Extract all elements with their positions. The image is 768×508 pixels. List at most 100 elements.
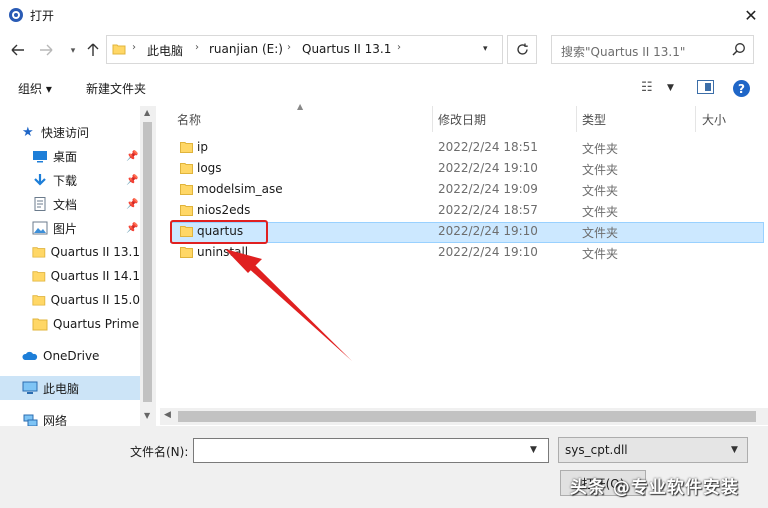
nav-item-quartus-14-1[interactable]: Quartus II 14.1 xyxy=(0,264,140,288)
breadcrumb-this-pc[interactable]: 此电脑 xyxy=(147,42,183,59)
nav-label: 桌面 xyxy=(53,149,78,164)
folder-icon xyxy=(180,184,193,195)
column-header-type[interactable]: 类型 xyxy=(582,111,606,128)
file-row[interactable]: modelsim_ase 2022/2/24 19:09 文件夹 xyxy=(170,180,764,201)
nav-quick-access[interactable]: ★ 快速访问 xyxy=(0,120,140,144)
nav-item-onedrive[interactable]: OneDrive xyxy=(0,344,140,368)
file-type: 文件夹 xyxy=(582,247,619,261)
up-arrow-icon[interactable] xyxy=(84,41,102,59)
chevron-down-icon[interactable]: ▼ xyxy=(530,445,537,455)
column-header-size[interactable]: 大小 xyxy=(702,111,726,128)
folder-icon xyxy=(180,142,193,153)
organize-button[interactable]: 组织 ▾ xyxy=(18,80,52,97)
file-row[interactable]: ip 2022/2/24 18:51 文件夹 xyxy=(170,138,764,159)
close-button[interactable]: ✕ xyxy=(734,0,768,30)
file-type: 文件夹 xyxy=(582,142,619,156)
file-row[interactable]: nios2eds 2022/2/24 18:57 文件夹 xyxy=(170,201,764,222)
chevron-down-icon[interactable]: ▾ xyxy=(483,44,488,54)
help-icon[interactable]: ? xyxy=(733,80,750,97)
sort-ascending-icon: ▲ xyxy=(297,102,304,111)
pin-icon: 📌 xyxy=(126,150,139,162)
nav-item-pictures[interactable]: 图片 📌 xyxy=(0,216,140,240)
chevron-down-icon[interactable]: ▼ xyxy=(667,83,674,93)
filename-input[interactable] xyxy=(193,438,549,463)
folder-icon xyxy=(32,271,46,282)
nav-label: Quartus II 14.1 xyxy=(50,269,140,283)
forward-arrow-icon[interactable] xyxy=(37,41,55,59)
nav-label: 下载 xyxy=(53,173,78,188)
file-name: uninstall xyxy=(197,245,249,259)
search-input[interactable]: 搜索"Quartus II 13.1" xyxy=(551,35,754,64)
nav-label: 快速访问 xyxy=(41,125,90,140)
column-header-date[interactable]: 修改日期 xyxy=(438,111,486,128)
back-arrow-icon[interactable] xyxy=(9,41,27,59)
navigation-pane: ★ 快速访问 桌面 📌 下载 📌 文档 📌 图片 📌 Quartus II 13… xyxy=(0,106,156,426)
search-placeholder: 搜索"Quartus II 13.1" xyxy=(561,45,686,59)
folder-icon xyxy=(180,205,193,216)
file-type: 文件夹 xyxy=(582,184,619,198)
folder-icon xyxy=(180,247,193,258)
scroll-down-icon[interactable]: ▼ xyxy=(144,411,150,420)
cloud-icon xyxy=(22,351,38,360)
chevron-right-icon: › xyxy=(397,42,401,53)
folder-icon xyxy=(32,247,46,258)
document-icon xyxy=(34,197,46,211)
nav-label: 此电脑 xyxy=(43,381,80,396)
pin-icon: 📌 xyxy=(126,174,139,186)
scroll-left-icon[interactable]: ◀ xyxy=(164,410,171,420)
nav-label: Quartus Prime xyxy=(53,317,140,331)
filename-label: 文件名(N): xyxy=(130,445,189,459)
preview-pane-icon[interactable] xyxy=(697,80,714,94)
folder-icon xyxy=(32,318,48,331)
column-divider[interactable] xyxy=(695,106,696,132)
annotation-highlight-box xyxy=(170,220,268,244)
nav-item-quartus-13-1[interactable]: Quartus II 13.1 xyxy=(0,240,140,264)
filetype-value: sys_cpt.dll xyxy=(565,443,628,457)
view-options-icon[interactable]: ☷ xyxy=(641,80,653,95)
breadcrumb-drive[interactable]: ruanjian (E:) xyxy=(209,42,283,56)
pin-icon: 📌 xyxy=(126,198,139,210)
nav-item-this-pc[interactable]: 此电脑 xyxy=(0,376,140,400)
nav-item-downloads[interactable]: 下载 📌 xyxy=(0,168,140,192)
nav-label: OneDrive xyxy=(43,349,100,363)
folder-icon xyxy=(180,163,193,174)
nav-scrollbar-thumb[interactable] xyxy=(143,122,152,402)
file-date: 2022/2/24 19:10 xyxy=(438,245,538,259)
refresh-icon xyxy=(516,43,528,55)
nav-item-quartus-15-0[interactable]: Quartus II 15.0 xyxy=(0,288,140,312)
column-divider[interactable] xyxy=(576,106,577,132)
nav-label: 图片 xyxy=(53,221,78,236)
nav-label: 文档 xyxy=(53,197,78,212)
download-icon xyxy=(34,174,46,186)
scroll-up-icon[interactable]: ▲ xyxy=(144,108,150,117)
column-header-name[interactable]: 名称 xyxy=(177,111,201,128)
star-icon: ★ xyxy=(22,125,34,140)
breadcrumb-folder[interactable]: Quartus II 13.1 xyxy=(302,42,391,56)
file-type: 文件夹 xyxy=(582,226,619,240)
nav-item-desktop[interactable]: 桌面 📌 xyxy=(0,144,140,168)
file-name: modelsim_ase xyxy=(197,182,283,196)
window-title: 打开 xyxy=(30,9,55,23)
pin-icon: 📌 xyxy=(126,222,139,234)
column-divider[interactable] xyxy=(432,106,433,132)
file-row[interactable]: uninstall 2022/2/24 19:10 文件夹 xyxy=(170,243,764,264)
address-bar[interactable]: › 此电脑 › ruanjian (E:) › Quartus II 13.1 … xyxy=(106,35,503,64)
nav-item-quartus-prime[interactable]: Quartus Prime xyxy=(0,312,140,336)
watermark: 头条 @专业软件安装 xyxy=(570,478,739,498)
horizontal-scrollbar-thumb[interactable] xyxy=(178,411,756,422)
computer-icon xyxy=(22,381,38,394)
chevron-right-icon: › xyxy=(132,42,136,53)
chevron-right-icon: › xyxy=(287,42,291,53)
nav-label: Quartus II 13.1 xyxy=(50,245,140,259)
new-folder-button[interactable]: 新建文件夹 xyxy=(86,80,146,97)
filetype-select[interactable]: sys_cpt.dll ▼ xyxy=(558,437,748,463)
file-name: ip xyxy=(197,140,208,154)
nav-item-documents[interactable]: 文档 📌 xyxy=(0,192,140,216)
chevron-down-icon: ▼ xyxy=(731,445,738,455)
refresh-button[interactable] xyxy=(507,35,537,64)
recent-locations-chevron-icon[interactable]: ▾ xyxy=(64,42,82,60)
nav-label: Quartus II 15.0 xyxy=(50,293,140,307)
file-row[interactable]: logs 2022/2/24 19:10 文件夹 xyxy=(170,159,764,180)
nav-item-network[interactable]: 网络 xyxy=(0,408,140,426)
file-name: nios2eds xyxy=(197,203,251,217)
